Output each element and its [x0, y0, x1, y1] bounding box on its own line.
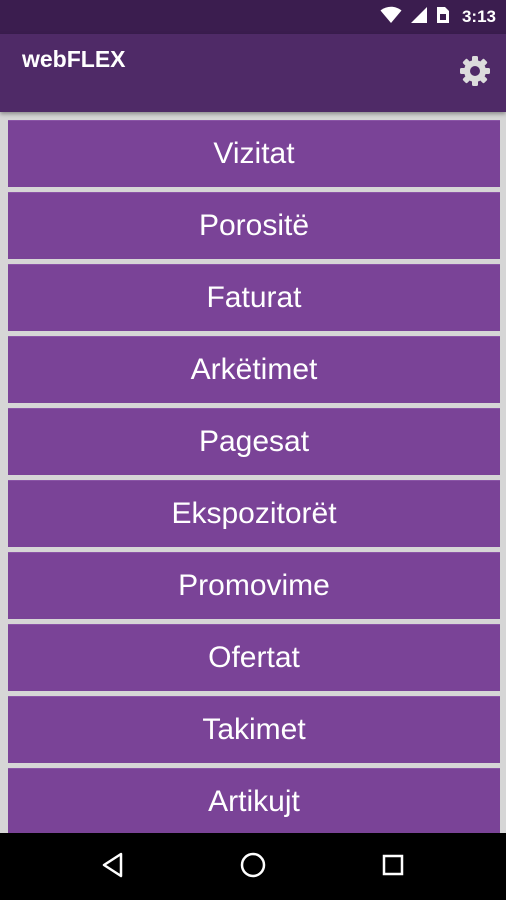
menu-item-vizitat[interactable]: Vizitat	[8, 120, 500, 187]
menu-item-takimet[interactable]: Takimet	[8, 696, 500, 763]
wifi-icon	[380, 6, 402, 29]
menu-item-pagesat[interactable]: Pagesat	[8, 408, 500, 475]
menu-item-ofertat[interactable]: Ofertat	[8, 624, 500, 691]
navigation-bar	[0, 833, 506, 900]
app-title: webFLEX	[22, 46, 126, 72]
sim-card-icon	[436, 6, 450, 29]
status-icons: 3:13	[380, 0, 496, 34]
back-icon	[101, 852, 125, 883]
app-bar: webFLEX	[0, 34, 506, 112]
home-button[interactable]	[235, 849, 271, 885]
menu-item-faturat[interactable]: Faturat	[8, 264, 500, 331]
back-button[interactable]	[95, 849, 131, 885]
status-bar: 3:13	[0, 0, 506, 34]
menu-item-promovime[interactable]: Promovime	[8, 552, 500, 619]
status-time: 3:13	[461, 7, 496, 26]
recents-icon	[381, 853, 405, 882]
home-icon	[239, 851, 267, 884]
menu-item-arkëtimet[interactable]: Arkëtimet	[8, 336, 500, 403]
main-menu: Vizitat Porositë Faturat Arkëtimet Pagesat Ek…	[8, 120, 500, 833]
menu-item-ekspozitorët[interactable]: Ekspozitorët	[8, 480, 500, 547]
menu-item-artikujt[interactable]: Artikujt	[8, 768, 500, 833]
gear-icon	[459, 55, 491, 92]
settings-button[interactable]	[458, 55, 492, 92]
menu-item-porositë[interactable]: Porositë	[8, 192, 500, 259]
cellular-signal-icon	[410, 6, 428, 29]
recents-button[interactable]	[375, 849, 411, 885]
